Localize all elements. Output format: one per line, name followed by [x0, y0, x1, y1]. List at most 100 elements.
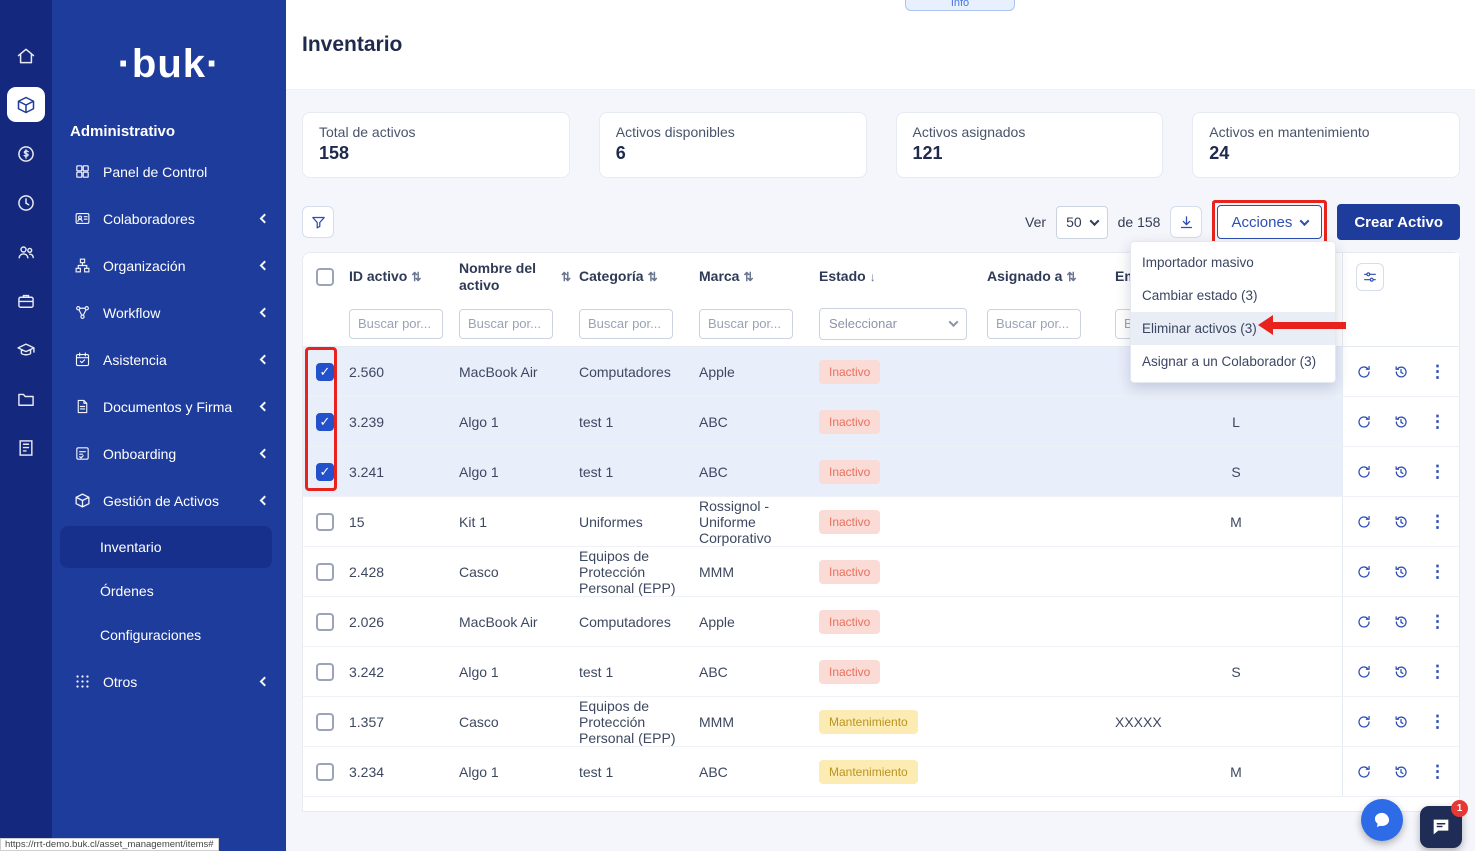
status-badge: Inactivo	[819, 560, 880, 584]
sidebar-item-colaboradores[interactable]: Colaboradores	[52, 195, 286, 242]
menu-item-asignar-colaborador[interactable]: Asignar a un Colaborador (3)	[1131, 345, 1335, 378]
row-checkbox[interactable]: ✓	[316, 663, 334, 681]
history-icon[interactable]	[1393, 614, 1409, 630]
filter-nombre-input[interactable]	[459, 309, 553, 339]
education-icon[interactable]	[7, 332, 45, 367]
status-badge: Inactivo	[819, 360, 880, 384]
filter-marca-input[interactable]	[699, 309, 793, 339]
history-icon[interactable]	[1393, 414, 1409, 430]
download-button[interactable]	[1170, 206, 1202, 238]
money-icon[interactable]	[7, 136, 45, 171]
stat-card-mantenimiento: Activos en mantenimiento 24	[1192, 112, 1460, 178]
refresh-icon[interactable]	[1356, 364, 1372, 380]
column-header-estado[interactable]: Estado↓	[819, 268, 987, 286]
sort-icon: ⇅	[743, 270, 753, 285]
stat-card-disponibles: Activos disponibles 6	[599, 112, 867, 178]
history-icon[interactable]	[1393, 464, 1409, 480]
refresh-icon[interactable]	[1356, 614, 1372, 630]
cell-nombre: MacBook Air	[459, 614, 579, 630]
column-header-marca[interactable]: Marca⇅	[699, 268, 819, 286]
filter-estado-select[interactable]: Seleccionar	[819, 308, 967, 340]
cell-id: 15	[347, 514, 459, 530]
assets-icon[interactable]	[7, 87, 45, 122]
clock-icon[interactable]	[7, 185, 45, 220]
filter-id-input[interactable]	[349, 309, 443, 339]
menu-item-cambiar-estado[interactable]: Cambiar estado (3)	[1131, 279, 1335, 312]
people-icon[interactable]	[7, 234, 45, 269]
kebab-menu-icon[interactable]: ⋮	[1429, 712, 1446, 732]
chat-launcher-button[interactable]	[1361, 799, 1403, 841]
menu-item-importador-masivo[interactable]: Importador masivo	[1131, 246, 1335, 279]
refresh-icon[interactable]	[1356, 464, 1372, 480]
cell-marca: ABC	[699, 464, 819, 480]
home-icon[interactable]	[7, 38, 45, 73]
refresh-icon[interactable]	[1356, 764, 1372, 780]
page-title: Inventario	[302, 33, 402, 57]
filter-categoria-input[interactable]	[579, 309, 673, 339]
sidebar-item-workflow[interactable]: Workflow	[52, 289, 286, 336]
column-settings-button[interactable]	[1356, 263, 1384, 291]
refresh-icon[interactable]	[1356, 664, 1372, 680]
row-checkbox[interactable]: ✓	[316, 713, 334, 731]
refresh-icon[interactable]	[1356, 714, 1372, 730]
row-checkbox[interactable]: ✓	[316, 413, 334, 431]
chevron-left-icon	[260, 402, 270, 412]
select-all-checkbox[interactable]: ✓	[316, 268, 334, 286]
row-checkbox[interactable]: ✓	[316, 513, 334, 531]
history-icon[interactable]	[1393, 664, 1409, 680]
sidebar-item-documentos-y-firma[interactable]: Documentos y Firma	[52, 383, 286, 430]
sidebar-item-otros[interactable]: Otros	[52, 658, 286, 705]
row-checkbox[interactable]: ✓	[316, 463, 334, 481]
kebab-menu-icon[interactable]: ⋮	[1429, 612, 1446, 632]
sidebar-item-onboarding[interactable]: Onboarding	[52, 430, 286, 477]
kebab-menu-icon[interactable]: ⋮	[1429, 562, 1446, 582]
briefcase-icon[interactable]	[7, 283, 45, 318]
history-icon[interactable]	[1393, 514, 1409, 530]
kebab-menu-icon[interactable]: ⋮	[1429, 462, 1446, 482]
history-icon[interactable]	[1393, 364, 1409, 380]
support-chat-button[interactable]: 1	[1420, 806, 1462, 848]
kebab-menu-icon[interactable]: ⋮	[1429, 512, 1446, 532]
kebab-menu-icon[interactable]: ⋮	[1429, 762, 1446, 782]
history-icon[interactable]	[1393, 564, 1409, 580]
sidebar-item-organizacion[interactable]: Organización	[52, 242, 286, 289]
acciones-dropdown-menu: Importador masivo Cambiar estado (3) Eli…	[1130, 241, 1336, 383]
refresh-icon[interactable]	[1356, 564, 1372, 580]
cell-nombre: Algo 1	[459, 664, 579, 680]
sidebar-item-gestion-de-activos[interactable]: Gestión de Activos	[52, 477, 286, 524]
status-badge: Inactivo	[819, 660, 880, 684]
chevron-left-icon	[260, 496, 270, 506]
status-badge: Mantenimiento	[819, 710, 918, 734]
column-header-asignado[interactable]: Asignado a⇅	[987, 268, 1115, 286]
chevron-left-icon	[260, 308, 270, 318]
cell-marca: ABC	[699, 764, 819, 780]
folder-icon[interactable]	[7, 381, 45, 416]
kebab-menu-icon[interactable]: ⋮	[1429, 362, 1446, 382]
asset-box-icon	[74, 492, 92, 510]
sidebar-item-panel-de-control[interactable]: Panel de Control	[52, 148, 286, 195]
cell-talla: S	[1205, 664, 1275, 680]
building-icon[interactable]	[7, 430, 45, 465]
crear-activo-button[interactable]: Crear Activo	[1337, 204, 1460, 240]
column-header-nombre[interactable]: Nombre del activo⇅	[459, 260, 579, 295]
column-header-categoria[interactable]: Categoría⇅	[579, 268, 699, 286]
column-header-id[interactable]: ID activo⇅	[347, 268, 459, 286]
row-checkbox[interactable]: ✓	[316, 763, 334, 781]
sidebar-item-ordenes[interactable]: Órdenes	[60, 570, 272, 612]
sidebar-item-asistencia[interactable]: Asistencia	[52, 336, 286, 383]
refresh-icon[interactable]	[1356, 414, 1372, 430]
kebab-menu-icon[interactable]: ⋮	[1429, 662, 1446, 682]
row-checkbox[interactable]: ✓	[316, 563, 334, 581]
filter-button[interactable]	[302, 206, 334, 238]
page-size-select[interactable]: 50	[1056, 206, 1108, 239]
acciones-button[interactable]: Acciones	[1217, 205, 1322, 239]
refresh-icon[interactable]	[1356, 514, 1372, 530]
history-icon[interactable]	[1393, 764, 1409, 780]
sidebar-item-configuraciones[interactable]: Configuraciones	[60, 614, 272, 656]
kebab-menu-icon[interactable]: ⋮	[1429, 412, 1446, 432]
filter-asignado-input[interactable]	[987, 309, 1081, 339]
row-checkbox[interactable]: ✓	[316, 613, 334, 631]
history-icon[interactable]	[1393, 714, 1409, 730]
sidebar-item-inventario[interactable]: Inventario	[60, 526, 272, 568]
row-checkbox[interactable]: ✓	[316, 363, 334, 381]
